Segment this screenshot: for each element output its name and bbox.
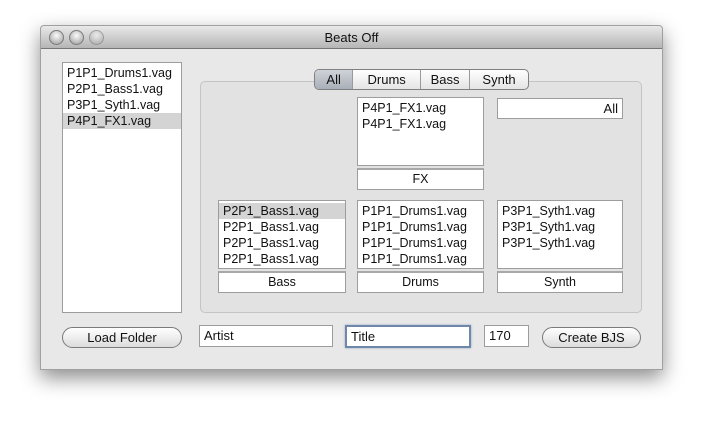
create-bjs-button[interactable]: Create BJS	[542, 327, 641, 348]
list-item[interactable]: P4P1_FX1.vag	[358, 100, 483, 116]
list-item[interactable]: P2P1_Bass1.vag	[219, 219, 345, 235]
list-item[interactable]: P4P1_FX1.vag	[358, 116, 483, 132]
tab-synth[interactable]: Synth	[470, 70, 528, 89]
synth-list[interactable]: P3P1_Syth1.vag P3P1_Syth1.vag P3P1_Syth1…	[497, 200, 623, 269]
tab-all[interactable]: All	[315, 70, 354, 89]
list-item[interactable]: P4P1_FX1.vag	[63, 113, 181, 129]
tempo-field[interactable]: 170	[484, 325, 529, 347]
bass-label: Bass	[218, 271, 346, 293]
list-item[interactable]: P3P1_Syth1.vag	[498, 235, 622, 251]
list-item[interactable]: P1P1_Drums1.vag	[358, 235, 483, 251]
list-item[interactable]: P3P1_Syth1.vag	[498, 203, 622, 219]
list-item[interactable]: P2P1_Bass1.vag	[219, 203, 345, 219]
bass-list[interactable]: P2P1_Bass1.vag P2P1_Bass1.vag P2P1_Bass1…	[218, 200, 346, 269]
list-item[interactable]: P1P1_Drums1.vag	[63, 65, 181, 81]
window-title: Beats Off	[324, 30, 379, 45]
tab-bass[interactable]: Bass	[421, 70, 471, 89]
list-item[interactable]: P1P1_Drums1.vag	[358, 251, 483, 267]
load-folder-button[interactable]: Load Folder	[62, 327, 182, 348]
list-item[interactable]: P2P1_Bass1.vag	[219, 251, 345, 267]
title-field[interactable]: Title	[345, 325, 471, 348]
drums-label: Drums	[357, 271, 484, 293]
list-item[interactable]: P3P1_Syth1.vag	[498, 219, 622, 235]
list-item[interactable]: P2P1_Bass1.vag	[63, 81, 181, 97]
fx-label: FX	[357, 168, 484, 190]
list-item[interactable]: P3P1_Syth1.vag	[63, 97, 181, 113]
filter-field[interactable]: All	[497, 98, 623, 119]
list-item[interactable]: P1P1_Drums1.vag	[358, 203, 483, 219]
category-tabs[interactable]: All Drums Bass Synth	[314, 69, 529, 90]
list-item[interactable]: P1P1_Drums1.vag	[358, 219, 483, 235]
tab-drums[interactable]: Drums	[353, 70, 422, 89]
synth-label: Synth	[497, 271, 623, 293]
title-bar[interactable]: Beats Off	[41, 26, 662, 49]
drums-list[interactable]: P1P1_Drums1.vag P1P1_Drums1.vag P1P1_Dru…	[357, 200, 484, 269]
file-list[interactable]: P1P1_Drums1.vag P2P1_Bass1.vag P3P1_Syth…	[62, 62, 182, 313]
artist-field[interactable]: Artist	[199, 325, 333, 347]
list-item[interactable]: P2P1_Bass1.vag	[219, 235, 345, 251]
main-window: Beats Off P1P1_Drums1.vag P2P1_Bass1.vag…	[40, 25, 663, 370]
fx-list[interactable]: P4P1_FX1.vag P4P1_FX1.vag	[357, 97, 484, 166]
